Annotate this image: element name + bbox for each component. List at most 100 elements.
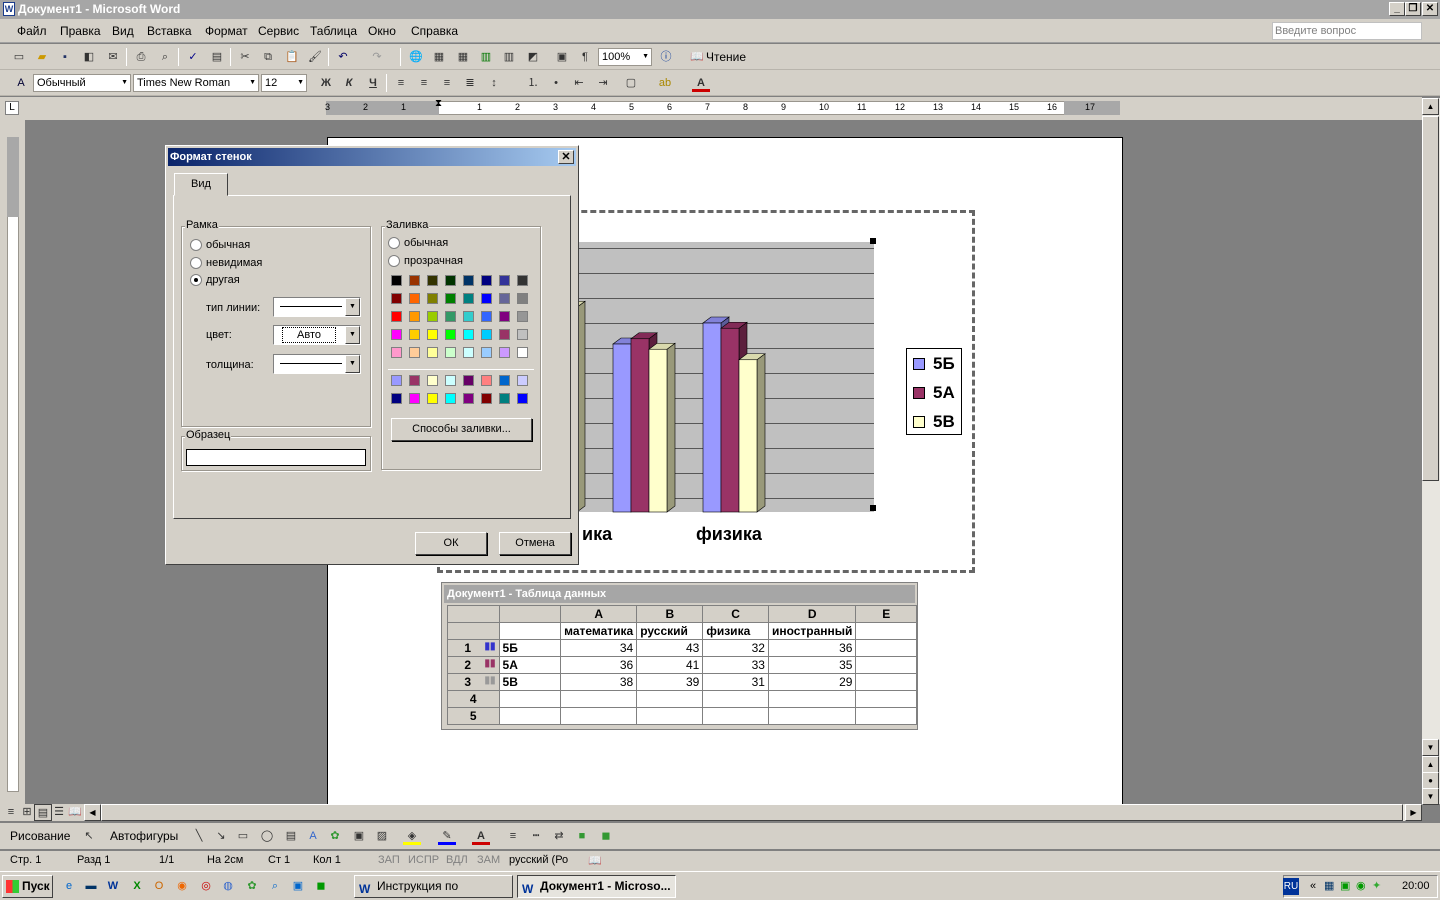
drawing-icon[interactable]: ◩ [524,48,542,66]
menu-format[interactable]: Формат [205,24,248,38]
selection-handle[interactable] [870,505,876,511]
excel-icon[interactable]: X [128,877,146,895]
border-normal-radio[interactable]: обычная [190,239,250,252]
color-swatch[interactable] [517,311,528,322]
scroll-thumb[interactable] [1422,116,1439,481]
bullets-icon[interactable]: • [547,74,565,92]
update-icon[interactable]: ✦ [1372,876,1381,897]
arrow-style-icon[interactable]: ⇄ [550,827,568,845]
firefox-icon[interactable]: ◉ [173,877,191,895]
scroll-right-icon[interactable]: ▶ [1405,804,1422,821]
zoom-select[interactable]: 100% [598,48,652,66]
diagram-icon[interactable]: ✿ [326,827,344,845]
color-select[interactable]: Авто ▼ [273,325,361,345]
arrow-icon[interactable]: ↘ [212,827,230,845]
draw-font-color-icon[interactable]: A [472,827,490,845]
color-swatch[interactable] [427,275,438,286]
col-header[interactable]: B [636,605,704,623]
color-swatch[interactable] [409,275,420,286]
taskbar-task-instruction[interactable]: W Инструкция по оформл... [354,875,513,898]
color-swatch[interactable] [409,329,420,340]
border-custom-radio[interactable]: другая [190,274,240,287]
app-icon[interactable]: ◼ [312,877,330,895]
cut-icon[interactable]: ✂ [236,48,254,66]
color-swatch[interactable] [445,293,456,304]
line-spacing-icon[interactable]: ↕ [485,74,503,92]
row-header[interactable]: 2 ▮▮ [447,656,500,674]
series-category[interactable]: иностранный [767,622,857,640]
col-header[interactable]: A [560,605,638,623]
search-icon[interactable]: ⌕ [266,877,284,895]
color-swatch[interactable] [499,293,510,304]
align-center-icon[interactable]: ≡ [415,74,433,92]
textbox-icon[interactable]: ▤ [282,827,300,845]
color-swatch[interactable] [517,347,528,358]
color-swatch[interactable] [499,375,510,386]
cancel-button[interactable]: Отмена [499,532,571,555]
color-swatch[interactable] [427,347,438,358]
menu-insert[interactable]: Вставка [147,24,192,38]
menu-window[interactable]: Окно [368,24,396,38]
color-swatch[interactable] [409,293,420,304]
scroll-left-icon[interactable]: ◀ [84,804,101,821]
dash-style-icon[interactable]: ┅ [527,827,545,845]
spelling-status-icon[interactable]: 📖 [588,854,602,867]
fill-normal-radio[interactable]: обычная [388,237,448,250]
color-swatch[interactable] [481,329,492,340]
color-swatch[interactable] [427,393,438,404]
document-map-icon[interactable]: ▣ [553,48,571,66]
clipart-icon[interactable]: ▣ [350,827,368,845]
borders-icon[interactable]: ▢ [622,74,640,92]
row-header[interactable]: 3 ▮▮ [447,673,500,691]
antivirus-icon[interactable]: ◉ [1356,876,1366,897]
numbering-icon[interactable]: ⒈ [524,74,542,92]
color-swatch[interactable] [427,375,438,386]
taskbar-task-document[interactable]: W Документ1 - Microso... [517,875,676,898]
font-select[interactable]: Times New Roman [133,74,259,92]
font-size-select[interactable]: 12 [261,74,307,92]
menu-file[interactable]: Файл [17,24,47,38]
color-swatch[interactable] [517,375,528,386]
rectangle-icon[interactable]: ▭ [234,827,252,845]
col-header[interactable]: E [855,605,917,623]
menu-tools[interactable]: Сервис [258,24,299,38]
help-question-input[interactable]: Введите вопрос [1272,22,1422,40]
reading-button[interactable]: Чтение [706,50,746,64]
color-swatch[interactable] [463,275,474,286]
ie-icon[interactable]: e [60,877,78,895]
color-swatch[interactable] [445,329,456,340]
color-swatch[interactable] [481,347,492,358]
desktop-icon[interactable]: ▬ [82,877,100,895]
series-category[interactable]: русский [636,622,704,640]
color-swatch[interactable] [517,329,528,340]
border-none-radio[interactable]: невидимая [190,257,262,270]
color-swatch[interactable] [391,393,402,404]
color-swatch[interactable] [445,311,456,322]
language-indicator[interactable]: RU [1283,878,1299,895]
format-painter-icon[interactable]: 🖌 [306,48,324,66]
datasheet-grid[interactable]: A B C D E математика русский физика инос… [447,605,917,725]
scroll-up-icon[interactable]: ▲ [1422,98,1439,115]
line-style-icon[interactable]: ≡ [504,827,522,845]
hyperlink-icon[interactable]: 🌐 [407,48,425,66]
status-ovr[interactable]: ЗАМ [477,854,500,866]
next-page-icon[interactable]: ▼ [1422,788,1439,805]
selection-handle[interactable] [870,238,876,244]
color-swatch[interactable] [481,293,492,304]
color-swatch[interactable] [517,293,528,304]
opera-icon[interactable]: ◎ [197,877,215,895]
color-swatch[interactable] [499,275,510,286]
series-category[interactable]: физика [702,622,769,640]
3d-icon[interactable]: ◼ [597,827,615,845]
color-swatch[interactable] [409,375,420,386]
color-swatch[interactable] [463,393,474,404]
network-icon[interactable]: ▦ [1324,876,1334,897]
menu-table[interactable]: Таблица [310,24,357,38]
color-swatch[interactable] [391,347,402,358]
status-rec[interactable]: ЗАП [378,854,400,866]
media-icon[interactable]: ▣ [289,877,307,895]
drawing-menu[interactable]: Рисование [10,829,70,843]
permission-icon[interactable]: ◧ [80,48,98,66]
color-swatch[interactable] [427,311,438,322]
fill-transparent-radio[interactable]: прозрачная [388,255,463,268]
